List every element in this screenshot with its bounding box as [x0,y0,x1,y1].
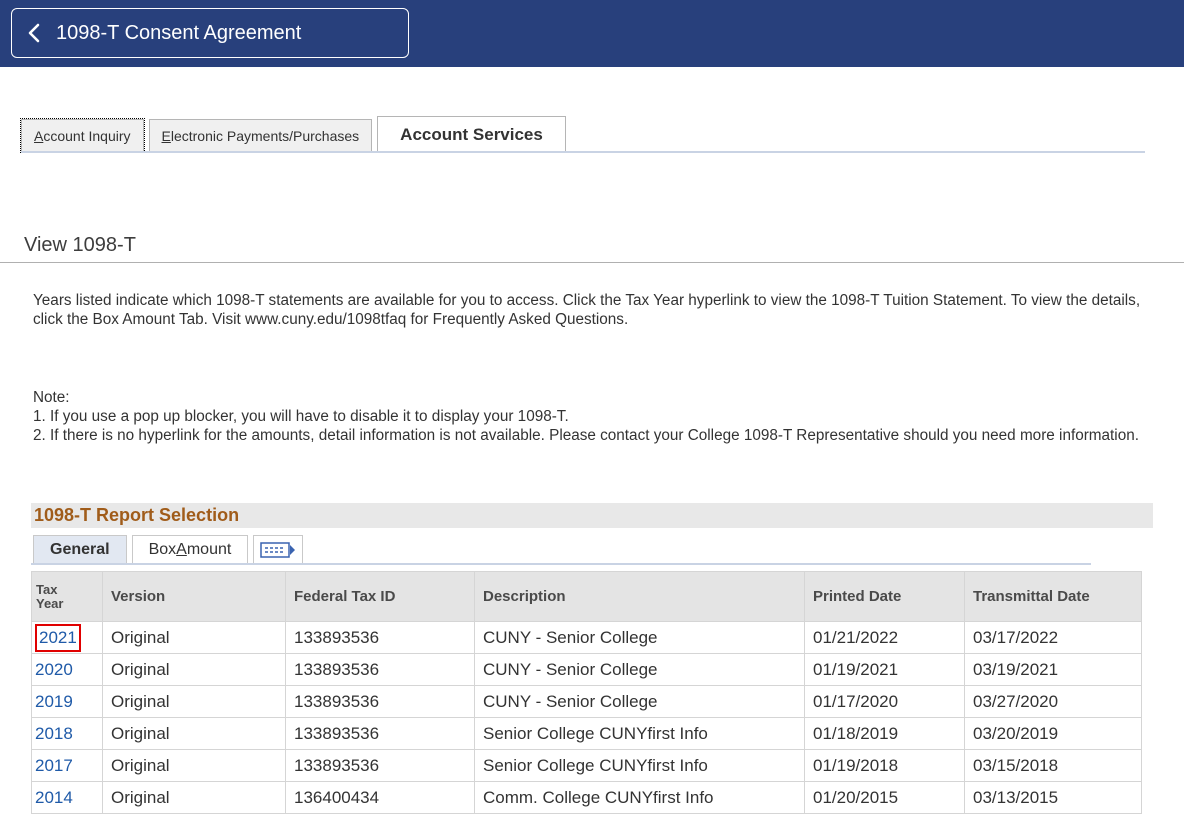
page-title: View 1098-T [24,234,136,256]
cell-transmittal-date: 03/19/2021 [964,653,1142,686]
cell-description: Senior College CUNYfirst Info [474,749,805,782]
tab-account-services-label: Account Services [400,124,543,144]
table-row: 2020 Original 133893536 CUNY - Senior Co… [31,653,1142,686]
cell-version: Original [102,685,286,718]
cell-version: Original [102,621,286,654]
cell-tax-year: 2019 [31,685,103,718]
cell-description: Comm. College CUNYfirst Info [474,781,805,814]
cell-tax-year: 2014 [31,781,103,814]
cell-federal-tax-id: 133893536 [285,653,475,686]
tax-year-link[interactable]: 2021 [35,623,81,652]
col-tax-year: Tax Year [31,571,103,622]
cell-printed-date: 01/18/2019 [804,717,965,750]
report-title: 1098-T Report Selection [34,505,240,525]
cell-federal-tax-id: 136400434 [285,781,475,814]
grid-tab-general-label: General [50,541,110,558]
tab-account-services[interactable]: Account Services [377,116,566,152]
table-row: 2014 Original 136400434 Comm. College CU… [31,781,1142,814]
grid-tab-box-amount-post: mount [186,541,232,558]
note-block: Note: 1. If you use a pop up blocker, yo… [33,388,1143,445]
table-row: 2019 Original 133893536 CUNY - Senior Co… [31,685,1142,718]
tabs-underline [21,151,1145,153]
show-all-columns-button[interactable] [253,535,304,564]
cell-description: CUNY - Senior College [474,653,805,686]
cell-version: Original [102,717,286,750]
col-printed-date: Printed Date [804,571,965,622]
grid-header-row: Tax Year Version Federal Tax ID Descript… [31,571,1142,622]
grid-tab-box-amount[interactable]: Box Amount [131,535,249,564]
grid-tab-general[interactable]: General [33,535,127,564]
grid-tab-box-amount-pre: Box [148,541,177,558]
cell-version: Original [102,653,286,686]
cell-tax-year: 2020 [31,653,103,686]
tab-electronic-payments-label: lectronic Payments/Purchases [170,128,360,144]
cell-description: CUNY - Senior College [474,621,805,654]
cell-transmittal-date: 03/27/2020 [964,685,1142,718]
title-divider [0,262,1184,263]
chevron-left-icon [28,23,40,43]
tax-year-link[interactable]: 2018 [35,724,73,743]
cell-printed-date: 01/20/2015 [804,781,965,814]
tab-electronic-payments[interactable]: Electronic Payments/Purchases [148,119,373,152]
show-all-columns-icon [260,542,296,558]
table-row: 2017 Original 133893536 Senior College C… [31,749,1142,782]
cell-tax-year: 2021 [31,621,103,654]
cell-printed-date: 01/19/2018 [804,749,965,782]
cell-federal-tax-id: 133893536 [285,621,475,654]
cell-transmittal-date: 03/13/2015 [964,781,1142,814]
tab-account-inquiry[interactable]: Account Inquiry [20,118,145,153]
grid-tab-box-amount-accesskey: A [176,541,187,558]
grid-tabs-underline [31,563,1091,565]
table-row: 2018 Original 133893536 Senior College C… [31,717,1142,750]
top-tabs: Account Inquiry Electronic Payments/Purc… [20,116,571,153]
col-version: Version [102,571,286,622]
tab-electronic-payments-accesskey: E [161,128,171,144]
note-item-2: 2. If there is no hyperlink for the amou… [33,427,1139,444]
cell-version: Original [102,749,286,782]
tax-year-link[interactable]: 2020 [35,660,73,679]
table-row: 2021 Original 133893536 CUNY - Senior Co… [31,621,1142,654]
cell-transmittal-date: 03/15/2018 [964,749,1142,782]
back-button-label: 1098-T Consent Agreement [56,21,302,44]
cell-printed-date: 01/17/2020 [804,685,965,718]
cell-federal-tax-id: 133893536 [285,749,475,782]
col-description: Description [474,571,805,622]
cell-tax-year: 2018 [31,717,103,750]
cell-transmittal-date: 03/17/2022 [964,621,1142,654]
note-item-1: 1. If you use a pop up blocker, you will… [33,408,569,425]
tab-account-inquiry-accesskey: A [34,128,44,144]
tax-year-link[interactable]: 2014 [35,788,73,807]
cell-federal-tax-id: 133893536 [285,685,475,718]
col-tax-year-line1: Tax [36,581,58,597]
cell-printed-date: 01/19/2021 [804,653,965,686]
col-transmittal-date: Transmittal Date [964,571,1142,622]
note-label: Note: [33,389,70,406]
cell-description: Senior College CUNYfirst Info [474,717,805,750]
col-federal-tax-id: Federal Tax ID [285,571,475,622]
grid-tabs: General Box Amount [33,534,308,564]
tax-year-link[interactable]: 2017 [35,756,73,775]
page-header: 1098-T Consent Agreement [0,0,1184,67]
report-header: 1098-T Report Selection [31,503,1153,528]
tax-year-link[interactable]: 2019 [35,692,73,711]
cell-tax-year: 2017 [31,749,103,782]
cell-version: Original [102,781,286,814]
intro-text: Years listed indicate which 1098-T state… [33,292,1141,328]
col-tax-year-line2: Year [36,595,64,611]
tab-account-inquiry-label: ccount Inquiry [43,128,131,144]
cell-printed-date: 01/21/2022 [804,621,965,654]
cell-description: CUNY - Senior College [474,685,805,718]
back-button[interactable]: 1098-T Consent Agreement [11,8,409,58]
report-grid: Tax Year Version Federal Tax ID Descript… [31,571,1142,814]
cell-transmittal-date: 03/20/2019 [964,717,1142,750]
cell-federal-tax-id: 133893536 [285,717,475,750]
